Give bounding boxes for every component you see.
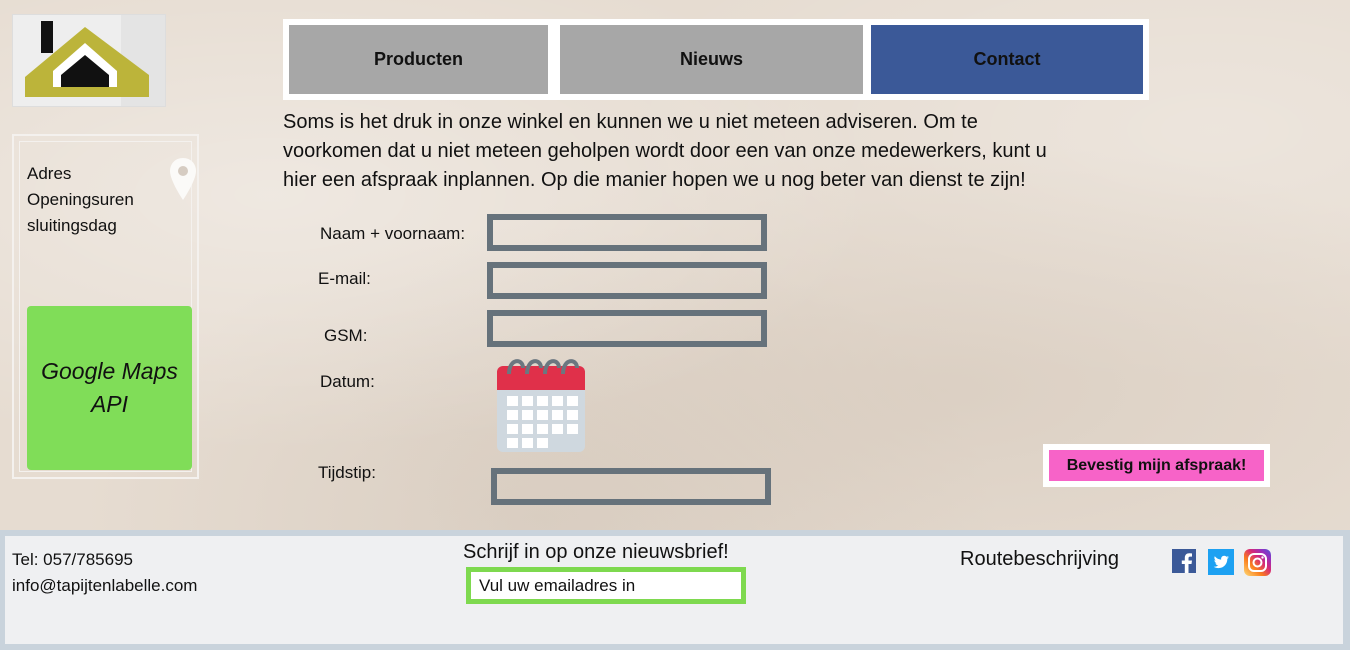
main-nav: Producten Nieuws Contact <box>283 19 1149 100</box>
tab-nieuws[interactable]: Nieuws <box>560 25 863 94</box>
logo-house-icon <box>13 15 165 106</box>
name-field[interactable] <box>487 214 767 251</box>
name-label: Naam + voornaam: <box>320 224 466 243</box>
tab-contact-label: Contact <box>973 49 1041 69</box>
opening-hours-label: Openingsuren <box>27 190 134 209</box>
time-input[interactable] <box>497 474 769 501</box>
tab-producten[interactable]: Producten <box>289 25 548 94</box>
email-label: E-mail: <box>318 269 371 288</box>
twitter-icon[interactable] <box>1208 549 1234 575</box>
footer-email[interactable]: info@tapijtenlabelle.com <box>12 576 197 596</box>
maps-title-line1: Google Maps <box>41 358 178 384</box>
route-link[interactable]: Routebeschrijving <box>960 548 1119 571</box>
instagram-icon[interactable] <box>1244 549 1271 576</box>
newsletter-title: Schrijf in op onze nieuwsbrief! <box>463 541 729 563</box>
newsletter-placeholder: Vul uw emailadres in <box>479 575 636 595</box>
email-input[interactable] <box>493 268 765 295</box>
tab-producten-label: Producten <box>373 49 463 69</box>
footer-phone: Tel: 057/785695 <box>12 550 133 569</box>
date-label: Datum: <box>320 372 375 391</box>
gsm-input[interactable] <box>493 316 765 343</box>
intro-line-1: Soms is het druk in onze winkel en kunne… <box>283 111 978 133</box>
confirm-appointment-label: Bevestig mijn afspraak! <box>1066 456 1247 474</box>
google-maps-placeholder[interactable]: Google Maps API <box>27 306 192 470</box>
facebook-icon[interactable] <box>1172 549 1196 573</box>
email-field[interactable] <box>487 262 767 299</box>
newsletter-email-input[interactable]: Vul uw emailadres in <box>466 567 746 604</box>
time-label: Tijdstip: <box>318 463 376 482</box>
address-label: Adres <box>27 164 72 183</box>
closing-day-label: sluitingsdag <box>27 216 117 235</box>
tab-contact[interactable]: Contact <box>871 25 1143 94</box>
location-pin-icon <box>170 158 196 200</box>
intro-line-3: hier een afspraak inplannen. Op die mani… <box>283 169 1026 191</box>
store-info-panel: Adres Openingsuren sluitingsdag Google M… <box>12 134 199 479</box>
calendar-icon[interactable] <box>495 354 587 454</box>
confirm-appointment-button[interactable]: Bevestig mijn afspraak! <box>1049 450 1264 481</box>
store-info-inner-frame: Adres Openingsuren sluitingsdag Google M… <box>19 141 196 472</box>
tab-nieuws-label: Nieuws <box>679 49 744 69</box>
intro-text: Soms is het druk in onze winkel en kunne… <box>283 108 1113 195</box>
name-input[interactable] <box>493 220 765 247</box>
intro-line-2: voorkomen dat u niet meteen geholpen wor… <box>283 140 1047 162</box>
time-field[interactable] <box>491 468 771 505</box>
gsm-label: GSM: <box>324 326 368 345</box>
maps-title-line2: API <box>90 391 129 417</box>
gsm-field[interactable] <box>487 310 767 347</box>
site-logo[interactable] <box>12 14 166 107</box>
confirm-appointment-frame: Bevestig mijn afspraak! <box>1043 444 1270 487</box>
